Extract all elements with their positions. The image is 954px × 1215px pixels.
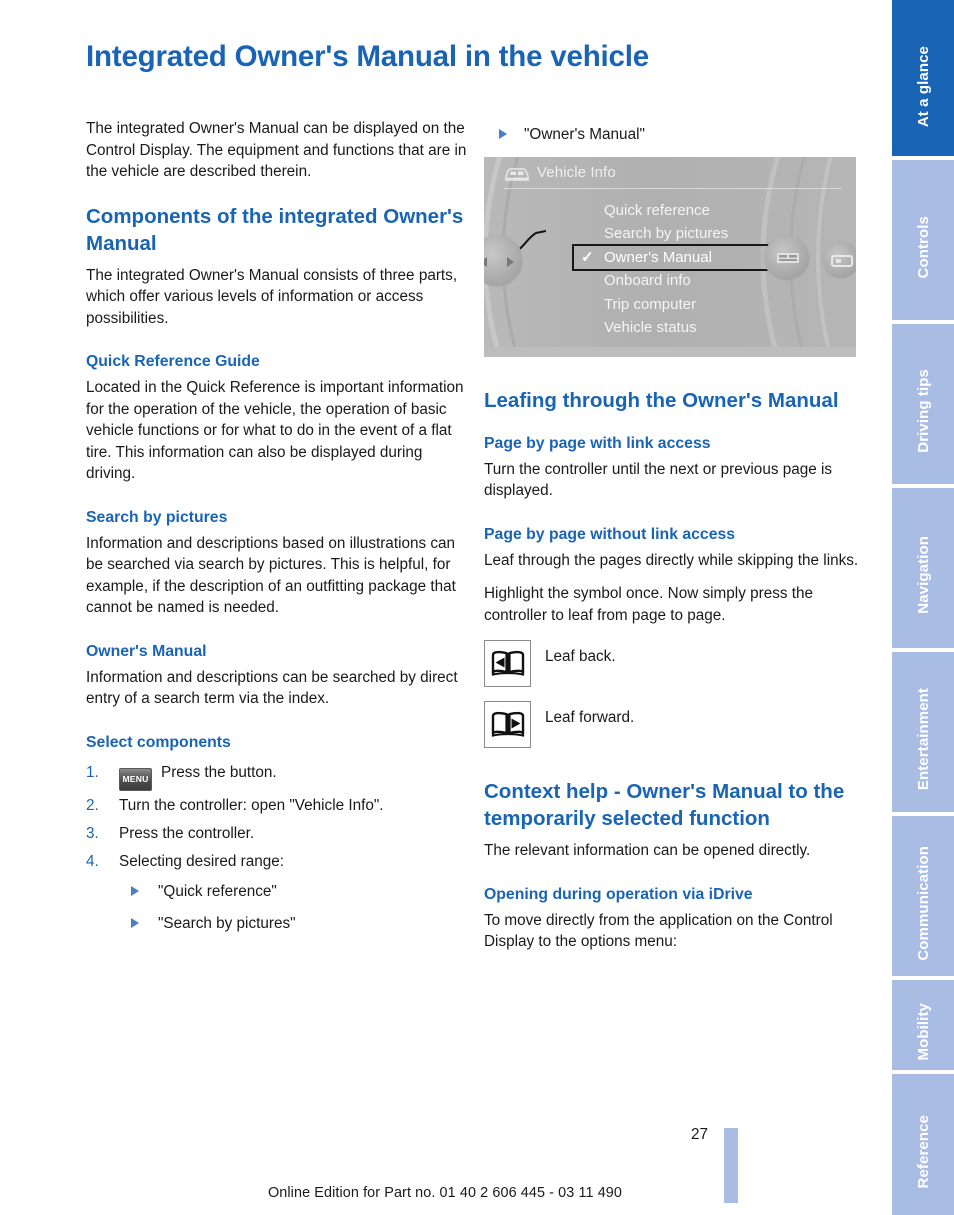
without-link-body-1: Leaf through the pages directly while sk… [484,551,859,569]
step-text: Turn the controller: open "Vehicle Info"… [119,796,384,814]
context-help-body: The relevant information can be opened d… [484,842,811,859]
leaf-back-label: Leaf back. [545,648,616,665]
step-text: Press the button. [161,763,277,781]
menu-item-search-by-pictures[interactable]: Search by pictures [574,222,794,246]
sidebar-tab-label: Driving tips [914,369,932,453]
vehicle-glyph-icon [777,252,799,263]
sidebar-tab-reference[interactable]: Reference [892,1074,954,1215]
step-text: Press the controller. [119,824,255,842]
right-column: "Owner's Manual" Vehicle Info Quick refe… [484,118,870,953]
sidebar-tab-label: Navigation [914,536,932,614]
display-side-button-settings[interactable] [822,240,856,279]
menu-item-vehicle-status[interactable]: Vehicle status [574,316,794,340]
leaf-forward-icon [491,711,524,737]
heading-page-by-page-without-link: Page by page without link access [484,525,736,543]
list-item: 3. Press the controller. [86,823,472,847]
sidebar-tab-driving-tips[interactable]: Driving tips [892,324,954,484]
step-text: Selecting desired range: [119,852,284,870]
sidebar-tab-communication[interactable]: Communication [892,816,954,976]
arrow-right-icon [507,256,514,267]
triangle-bullet-icon [131,885,139,896]
display-divider [504,187,842,189]
display-side-button-car[interactable] [764,234,810,281]
list-item: 1. MENU Press the button. [86,762,472,791]
leaf-forward-symbol-box [484,701,531,748]
step-number: 4. [86,852,99,870]
list-item: "Quick reference" [86,881,472,903]
car-icon [505,167,529,181]
checkmark-icon: ✓ [581,248,594,266]
list-item: 2. Turn the controller: open "Vehicle In… [86,795,472,819]
leaf-forward-row: Leaf forward. [484,701,870,748]
page-content: Integrated Owner's Manual in the vehicle… [0,0,890,1215]
heading-select-components: Select components [86,733,231,751]
menu-item-trip-computer[interactable]: Trip computer [574,293,794,317]
display-menu: Quick reference Search by pictures ✓ Owne… [572,199,794,340]
sub-item-label: "Owner's Manual" [524,126,645,143]
sidebar-tab-label: Controls [914,215,932,279]
heading-quick-reference-guide: Quick Reference Guide [86,353,260,370]
quick-reference-body: Located in the Quick Reference is import… [86,379,464,482]
sidebar-tab-label: Communication [914,845,932,961]
select-components-steps: 1. MENU Press the button. 2. Turn the con… [86,762,472,875]
leaf-back-icon [491,650,524,676]
heading-context-help: Context help - Owner's Manual to the tem… [484,780,845,830]
page-title: Integrated Owner's Manual in the vehicle [86,40,649,73]
display-header-title: Vehicle Info [537,163,616,181]
menu-item-label: Owner's Manual [604,248,712,266]
manual-page: Integrated Owner's Manual in the vehicle… [0,0,954,1215]
list-item: "Search by pictures" [86,913,472,935]
without-link-body-2: Highlight the symbol once. Now simply pr… [484,585,814,624]
list-item: "Owner's Manual" [484,124,870,146]
sidebar-tab-label: Entertainment [914,687,932,791]
heading-search-by-pictures: Search by pictures [86,508,228,526]
menu-item-onboard-info[interactable]: Onboard info [574,269,794,293]
control-display-screenshot: Vehicle Info Quick reference Search by p… [484,156,856,357]
sidebar-tab-label: Mobility [914,1003,932,1061]
sidebar-tab-label: At a glance [914,46,932,128]
sub-item-label: "Quick reference" [158,882,277,900]
heading-components: Components of the integrated Owner's Man… [86,204,464,255]
search-by-pictures-body: Information and descriptions based on il… [86,534,456,617]
step-number: 1. [86,763,99,781]
leaf-back-row: Leaf back. [484,640,870,687]
arrow-left-icon [484,256,487,267]
list-item: 4. Selecting desired range: [86,851,472,875]
triangle-bullet-icon [499,129,507,139]
sidebar-tab-mobility[interactable]: Mobility [892,980,954,1070]
continued-sub-list: "Owner's Manual" [484,124,870,146]
footer-edition-text: Online Edition for Part no. 01 40 2 606 … [267,1185,623,1201]
heading-opening-via-idrive: Opening during operation via iDrive [484,885,753,903]
sidebar-tab-navigation[interactable]: Navigation [892,488,954,648]
step-number: 2. [86,796,99,814]
sidebar-tab-label: Reference [914,1114,932,1189]
left-column: The integrated Owner's Manual can be dis… [86,118,472,946]
intro-paragraph: The integrated Owner's Manual can be dis… [86,120,467,180]
page-number: 27 [690,1126,708,1143]
sidebar-tab-at-a-glance[interactable]: At a glance [892,0,954,156]
sidebar-tab-entertainment[interactable]: Entertainment [892,652,954,812]
sub-item-label: "Search by pictures" [158,915,296,932]
settings-glyph-icon [831,254,853,267]
sidebar-tab-controls[interactable]: Controls [892,160,954,320]
menu-button-icon[interactable]: MENU [119,767,152,791]
components-intro: The integrated Owner's Manual consists o… [86,266,458,327]
leaf-back-symbol-box [484,640,531,687]
heading-leafing: Leafing through the Owner's Manual [484,388,839,412]
triangle-bullet-icon [131,918,139,928]
owners-manual-body: Information and descriptions can be sear… [86,668,458,708]
section-tabs-sidebar: At a glance Controls Driving tips Naviga… [890,0,954,1215]
opening-via-idrive-body: To move directly from the application on… [484,911,833,951]
leaf-forward-label: Leaf forward. [545,709,635,726]
page-by-page-with-link-body: Turn the controller until the next or pr… [484,460,833,500]
menu-item-owners-manual[interactable]: ✓ Owner's Manual [572,243,788,271]
step-number: 3. [86,824,99,842]
heading-page-by-page-with-link: Page by page with link access [484,434,711,452]
menu-item-quick-reference[interactable]: Quick reference [574,199,794,223]
select-components-sub-list: "Quick reference" "Search by pictures" [86,881,472,935]
heading-owners-manual: Owner's Manual [86,642,207,660]
